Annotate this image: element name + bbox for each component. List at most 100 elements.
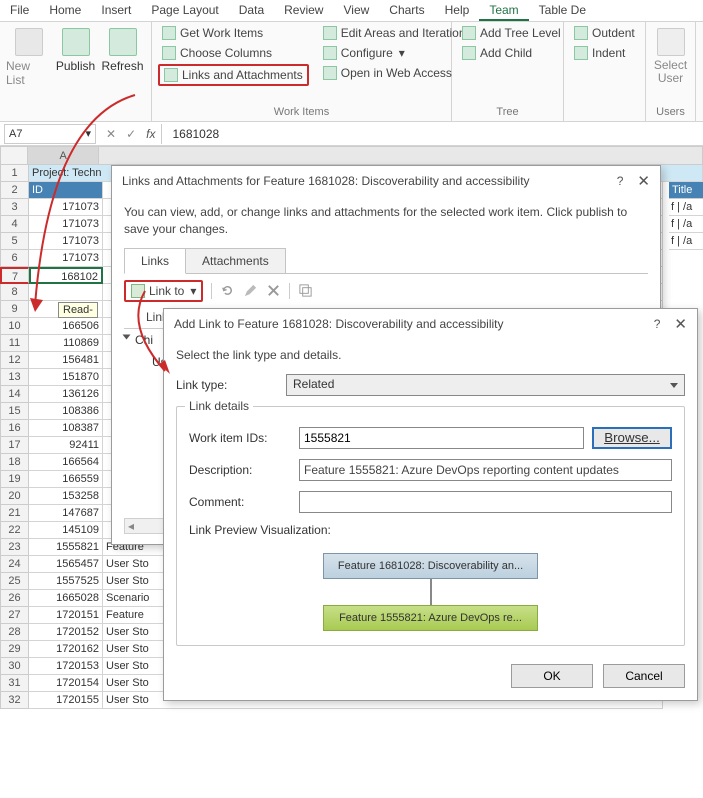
cell-a[interactable]: 1665028 xyxy=(29,590,103,607)
close-icon[interactable]: ✕ xyxy=(637,172,650,190)
row-header[interactable]: 13 xyxy=(0,369,29,386)
cell-a[interactable]: 171073 xyxy=(29,233,103,250)
tab-home[interactable]: Home xyxy=(39,0,91,21)
delete-icon[interactable] xyxy=(266,283,281,298)
row-header[interactable]: 28 xyxy=(0,624,29,641)
row-header[interactable]: 7 xyxy=(0,267,29,284)
tab-charts[interactable]: Charts xyxy=(379,0,434,21)
row-header[interactable]: 12 xyxy=(0,352,29,369)
row-header[interactable]: 26 xyxy=(0,590,29,607)
cell-a[interactable]: 171073 xyxy=(29,216,103,233)
outdent-button[interactable]: Outdent xyxy=(570,24,639,42)
help-icon[interactable]: ? xyxy=(617,174,624,188)
cell-a[interactable]: 1720162 xyxy=(29,641,103,658)
row-header[interactable]: 31 xyxy=(0,675,29,692)
work-item-ids-input[interactable] xyxy=(299,427,584,449)
indent-button[interactable]: Indent xyxy=(570,44,639,62)
row-header[interactable]: 4 xyxy=(0,216,29,233)
cancel-button[interactable]: Cancel xyxy=(603,664,685,688)
links-tab[interactable]: Links xyxy=(124,248,186,274)
cell-a[interactable]: 166559 xyxy=(29,471,103,488)
cell-a[interactable]: 145109 xyxy=(29,522,103,539)
tab-help[interactable]: Help xyxy=(435,0,480,21)
row-header[interactable]: 24 xyxy=(0,556,29,573)
row-header[interactable]: 21 xyxy=(0,505,29,522)
comment-input[interactable] xyxy=(299,491,672,513)
expand-icon[interactable] xyxy=(123,334,131,339)
cell-a[interactable]: 153258 xyxy=(29,488,103,505)
tab-review[interactable]: Review xyxy=(274,0,333,21)
cell-a[interactable]: 92411 xyxy=(29,437,103,454)
col-header-rest[interactable] xyxy=(99,146,703,165)
tab-insert[interactable]: Insert xyxy=(91,0,141,21)
col-header-A[interactable]: A xyxy=(28,146,99,165)
ok-button[interactable]: OK xyxy=(511,664,593,688)
cell-a[interactable]: 108387 xyxy=(29,420,103,437)
row-header[interactable]: 3 xyxy=(0,199,29,216)
row-header[interactable]: 25 xyxy=(0,573,29,590)
tab-view[interactable]: View xyxy=(333,0,379,21)
links-attachments-button[interactable]: Links and Attachments xyxy=(158,64,309,86)
cell-a[interactable]: 171073 xyxy=(29,250,103,267)
cell-a[interactable]: 1720151 xyxy=(29,607,103,624)
open-link-icon[interactable] xyxy=(298,283,313,298)
tab-table-de[interactable]: Table De xyxy=(529,0,596,21)
cell-a[interactable]: 1555821 xyxy=(29,539,103,556)
tab-team[interactable]: Team xyxy=(479,0,528,21)
row-header[interactable]: 1 xyxy=(0,165,29,182)
cell-a[interactable]: 1720155 xyxy=(29,692,103,709)
get-work-items-button[interactable]: Get Work Items xyxy=(158,24,309,42)
row-header[interactable]: 30 xyxy=(0,658,29,675)
edit-icon[interactable] xyxy=(243,283,258,298)
cell-a[interactable]: 1720153 xyxy=(29,658,103,675)
row-header[interactable]: 22 xyxy=(0,522,29,539)
formula-value[interactable]: 1681028 xyxy=(161,124,311,144)
help-icon[interactable]: ? xyxy=(654,317,661,331)
row-header[interactable]: 6 xyxy=(0,250,29,267)
row-header[interactable]: 23 xyxy=(0,539,29,556)
cell-a[interactable] xyxy=(29,284,103,301)
row-header[interactable]: 2 xyxy=(0,182,29,199)
row-header[interactable]: 5 xyxy=(0,233,29,250)
fx-icon[interactable]: fx xyxy=(146,127,155,141)
row-header[interactable]: 27 xyxy=(0,607,29,624)
cell-a[interactable]: 147687 xyxy=(29,505,103,522)
cell-a[interactable]: 168102 xyxy=(29,267,103,284)
row-header[interactable]: 11 xyxy=(0,335,29,352)
row-header[interactable]: 16 xyxy=(0,420,29,437)
row-header[interactable]: 8 xyxy=(0,284,29,301)
tab-data[interactable]: Data xyxy=(229,0,274,21)
cell-a[interactable]: 166564 xyxy=(29,454,103,471)
cell-a[interactable]: 166506 xyxy=(29,318,103,335)
close-icon[interactable]: ✕ xyxy=(674,315,687,333)
cell-a[interactable]: 136126 xyxy=(29,386,103,403)
tab-page-layout[interactable]: Page Layout xyxy=(141,0,228,21)
row-header[interactable]: 15 xyxy=(0,403,29,420)
row-header[interactable]: 17 xyxy=(0,437,29,454)
cell-a[interactable]: 108386 xyxy=(29,403,103,420)
link-to-button[interactable]: Link to▾ xyxy=(124,280,203,302)
row-header[interactable]: 9 xyxy=(0,301,29,318)
cell-a[interactable]: 1565457 xyxy=(29,556,103,573)
select-all-corner[interactable] xyxy=(0,146,28,165)
cell-a[interactable]: 171073 xyxy=(29,199,103,216)
row-header[interactable]: 19 xyxy=(0,471,29,488)
cell-a[interactable]: ID xyxy=(29,182,103,199)
cell-a[interactable]: 1720154 xyxy=(29,675,103,692)
row-header[interactable]: 20 xyxy=(0,488,29,505)
row-header[interactable]: 32 xyxy=(0,692,29,709)
choose-columns-button[interactable]: Choose Columns xyxy=(158,44,309,62)
tab-file[interactable]: File xyxy=(0,0,39,21)
publish-button[interactable]: Publish xyxy=(53,24,98,77)
name-box[interactable]: A7▾ xyxy=(4,124,96,144)
cell-a[interactable]: 1557525 xyxy=(29,573,103,590)
add-child-button[interactable]: Add Child xyxy=(458,44,565,62)
cell-a[interactable]: 151870 xyxy=(29,369,103,386)
linktype-select[interactable]: Related xyxy=(286,374,685,396)
attachments-tab[interactable]: Attachments xyxy=(186,248,286,274)
row-header[interactable]: 18 xyxy=(0,454,29,471)
undo-icon[interactable] xyxy=(220,283,235,298)
refresh-button[interactable]: Refresh xyxy=(100,24,145,77)
cell-a[interactable]: 1720152 xyxy=(29,624,103,641)
row-header[interactable]: 10 xyxy=(0,318,29,335)
